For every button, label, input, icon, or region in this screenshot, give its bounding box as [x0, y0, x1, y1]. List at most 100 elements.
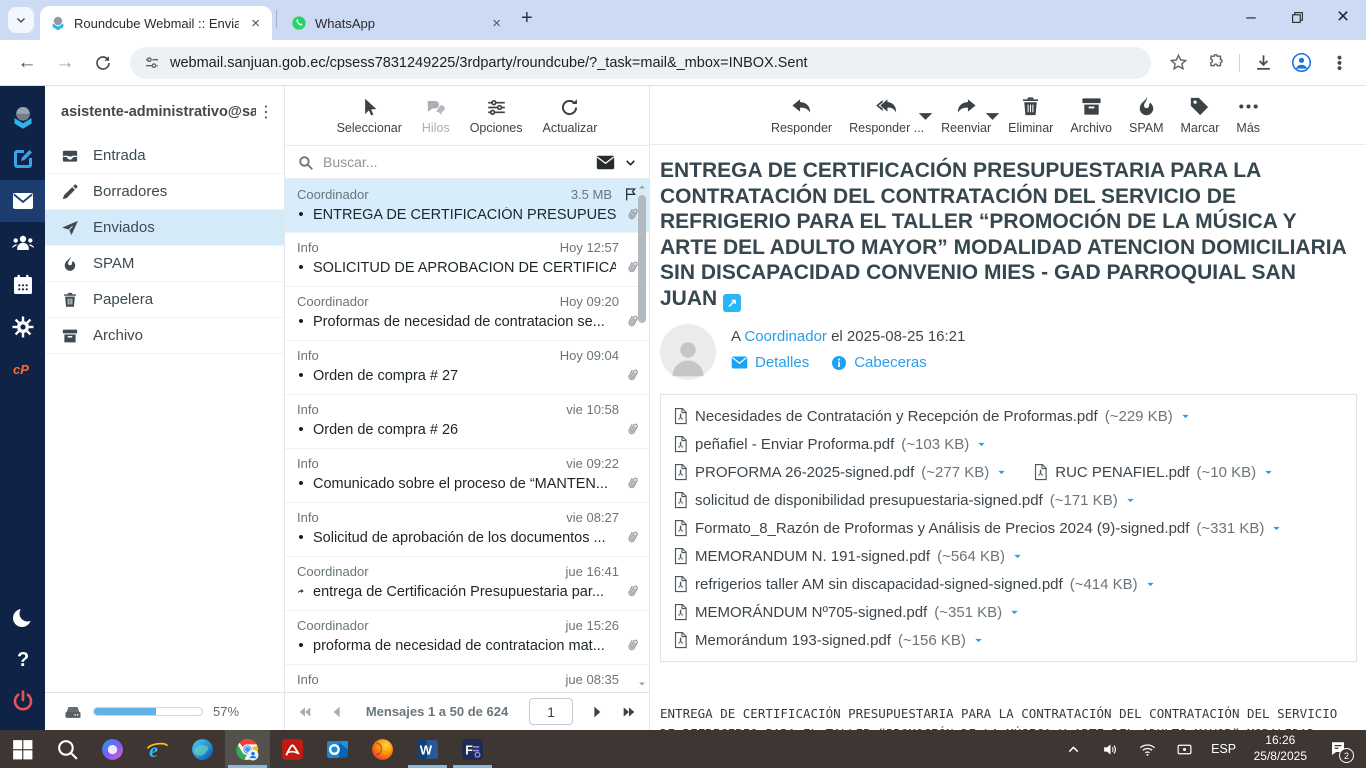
- mail-toolbar-forward-button[interactable]: Reenviar: [941, 95, 991, 135]
- message-row[interactable]: Infovie 08:27•Solicitud de aprobación de…: [285, 503, 649, 557]
- attachment-item[interactable]: Memorándum 193-signed.pdf(~156 KB): [673, 626, 984, 654]
- detalles-link[interactable]: Detalles: [731, 354, 809, 371]
- search-options-chevron-icon[interactable]: [624, 156, 637, 169]
- folder-item-spam[interactable]: SPAM: [45, 246, 284, 282]
- next-page-icon[interactable]: [589, 704, 605, 720]
- message-row[interactable]: Infojue 08:35: [285, 665, 649, 692]
- mail-toolbar-reply-button[interactable]: Responder: [771, 95, 832, 135]
- downloads-icon[interactable]: [1246, 46, 1280, 80]
- attachment-item[interactable]: RUC PENAFIEL.pdf(~10 KB): [1033, 458, 1274, 486]
- language-indicator[interactable]: ESP: [1207, 742, 1241, 756]
- browser-menu-icon[interactable]: •••: [1322, 46, 1356, 80]
- taskbar-acrobat-button[interactable]: [270, 730, 315, 768]
- mail-toolbar-archivebox-button[interactable]: Archivo: [1070, 95, 1112, 135]
- attachment-name[interactable]: Memorándum 193-signed.pdf: [695, 632, 891, 649]
- attachment-menu-caret-icon[interactable]: [1271, 523, 1282, 534]
- folder-item-enviados[interactable]: Enviados: [45, 210, 284, 246]
- message-row[interactable]: InfoHoy 09:04•Orden de compra # 27: [285, 341, 649, 395]
- attachment-item[interactable]: MEMORANDUM N. 191-signed.pdf(~564 KB): [673, 542, 1023, 570]
- folder-item-papelera[interactable]: Papelera: [45, 282, 284, 318]
- taskbar-copilot-button[interactable]: [90, 730, 135, 768]
- folder-item-archivo[interactable]: Archivo: [45, 318, 284, 354]
- notification-center[interactable]: 2: [1320, 730, 1356, 768]
- account-menu-icon[interactable]: ⋮: [256, 102, 276, 122]
- tray-chevron-up-icon[interactable]: [1059, 730, 1089, 768]
- attachment-menu-caret-icon[interactable]: [976, 439, 987, 450]
- page-input[interactable]: [529, 698, 573, 725]
- rail-cpanel-button[interactable]: cP: [0, 348, 45, 390]
- attachment-menu-caret-icon[interactable]: [996, 467, 1007, 478]
- dropdown-caret-icon[interactable]: [981, 105, 1004, 128]
- rail-dark-mode-button[interactable]: [0, 596, 45, 638]
- browser-tab[interactable]: Roundcube Webmail :: Enviados×: [40, 6, 272, 40]
- meet-now-icon[interactable]: [1170, 730, 1200, 768]
- rail-calendar-button[interactable]: [0, 264, 45, 306]
- folder-item-borradores[interactable]: Borradores: [45, 174, 284, 210]
- mail-toolbar-replyall-button[interactable]: Responder ...: [849, 95, 924, 135]
- rail-mail-button[interactable]: [0, 180, 45, 222]
- browser-tab[interactable]: WhatsApp×: [281, 6, 513, 40]
- message-row[interactable]: InfoHoy 12:57•SOLICITUD DE APROBACION DE…: [285, 233, 649, 287]
- attachment-item[interactable]: Necesidades de Contratación y Recepción …: [673, 402, 1191, 430]
- mail-toolbar-fire-button[interactable]: SPAM: [1129, 95, 1164, 135]
- attachment-item[interactable]: solicitud de disponibilidad presupuestar…: [673, 486, 1136, 514]
- attachment-menu-caret-icon[interactable]: [1263, 467, 1274, 478]
- taskbar-start-button[interactable]: [0, 730, 45, 768]
- bookmark-star-icon[interactable]: [1161, 46, 1195, 80]
- rail-settings-button[interactable]: [0, 306, 45, 348]
- taskbar-firefox-button[interactable]: [360, 730, 405, 768]
- taskbar-search-button[interactable]: [45, 730, 90, 768]
- rail-help-button[interactable]: ?: [0, 638, 45, 680]
- attachment-item[interactable]: PROFORMA 26-2025-signed.pdf(~277 KB): [673, 458, 1007, 486]
- prev-page-icon[interactable]: [329, 704, 345, 720]
- taskbar-fes-button[interactable]: F: [450, 730, 495, 768]
- attachment-name[interactable]: PROFORMA 26-2025-signed.pdf: [695, 464, 914, 481]
- attachment-name[interactable]: refrigerios taller AM sin discapacidad-s…: [695, 576, 1063, 593]
- list-toolbar-threads-button[interactable]: Hilos: [422, 97, 450, 135]
- attachment-name[interactable]: RUC PENAFIEL.pdf: [1055, 464, 1189, 481]
- cabeceras-link[interactable]: Cabeceras: [831, 354, 927, 371]
- clock[interactable]: 16:2625/8/2025: [1248, 733, 1313, 764]
- scrollbar-thumb[interactable]: [638, 195, 646, 323]
- volume-icon[interactable]: [1096, 730, 1126, 768]
- attachment-name[interactable]: MEMORANDUM N. 191-signed.pdf: [695, 548, 930, 565]
- tab-close-icon[interactable]: ×: [247, 15, 264, 32]
- taskbar-chrome-button[interactable]: [225, 730, 270, 768]
- last-page-icon[interactable]: [621, 704, 637, 720]
- attachment-item[interactable]: MEMORÁNDUM Nº705-signed.pdf(~351 KB): [673, 598, 1020, 626]
- scrollbar-down-icon[interactable]: [636, 678, 648, 690]
- attachment-name[interactable]: MEMORÁNDUM Nº705-signed.pdf: [695, 604, 927, 621]
- address-bar[interactable]: webmail.sanjuan.gob.ec/cpsess7831249225/…: [130, 47, 1151, 79]
- close-button[interactable]: ×: [1320, 0, 1366, 34]
- attachment-menu-caret-icon[interactable]: [973, 635, 984, 646]
- attachment-menu-caret-icon[interactable]: [1009, 607, 1020, 618]
- taskbar-edge-button[interactable]: [180, 730, 225, 768]
- message-row[interactable]: Infovie 10:58•Orden de compra # 26: [285, 395, 649, 449]
- message-row[interactable]: Coordinador3.5 MB•ENTREGA DE CERTIFICACI…: [285, 179, 649, 233]
- mail-toolbar-tag-button[interactable]: Marcar: [1181, 95, 1220, 135]
- attachment-name[interactable]: solicitud de disponibilidad presupuestar…: [695, 492, 1043, 509]
- attachment-item[interactable]: Formato_8_Razón de Proformas y Análisis …: [673, 514, 1282, 542]
- first-page-icon[interactable]: [297, 704, 313, 720]
- message-row[interactable]: Coordinadorjue 15:26•proforma de necesid…: [285, 611, 649, 665]
- attachment-menu-caret-icon[interactable]: [1125, 495, 1136, 506]
- rail-contacts-button[interactable]: [0, 222, 45, 264]
- dropdown-caret-icon[interactable]: [914, 105, 937, 128]
- attachment-name[interactable]: peñafiel - Enviar Proforma.pdf: [695, 436, 894, 453]
- attachment-menu-caret-icon[interactable]: [1180, 411, 1191, 422]
- message-row[interactable]: Coordinadorjue 16:41entrega de Certifica…: [285, 557, 649, 611]
- new-tab-button[interactable]: +: [521, 7, 533, 30]
- rail-logout-button[interactable]: [0, 680, 45, 722]
- wifi-icon[interactable]: [1133, 730, 1163, 768]
- list-scrollbar[interactable]: [636, 179, 648, 692]
- message-row[interactable]: Infovie 09:22•Comunicado sobre el proces…: [285, 449, 649, 503]
- rail-roundcube-logo-button[interactable]: [0, 96, 45, 138]
- list-toolbar-cursor-button[interactable]: Seleccionar: [337, 97, 402, 135]
- taskbar-ie-button[interactable]: e: [135, 730, 180, 768]
- rail-compose-button[interactable]: [0, 138, 45, 180]
- site-info-icon[interactable]: [144, 55, 160, 71]
- attachment-item[interactable]: refrigerios taller AM sin discapacidad-s…: [673, 570, 1156, 598]
- attachment-menu-caret-icon[interactable]: [1145, 579, 1156, 590]
- restore-button[interactable]: [1274, 0, 1320, 34]
- list-toolbar-options-button[interactable]: Opciones: [470, 97, 523, 135]
